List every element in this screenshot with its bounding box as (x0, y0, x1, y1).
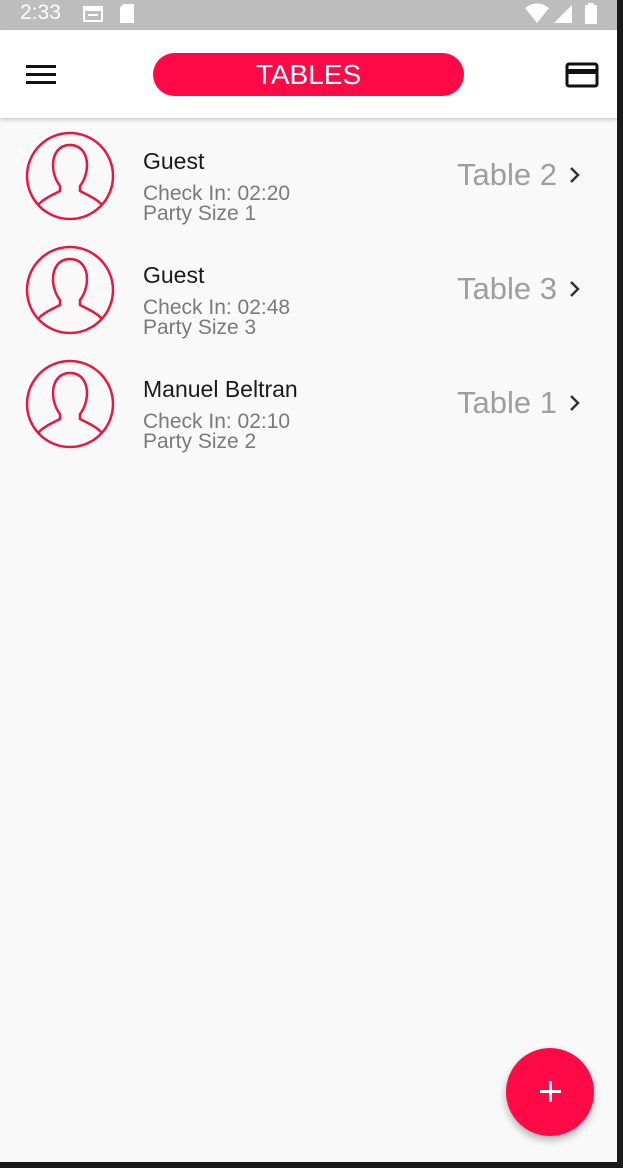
chevron-right-icon (570, 281, 580, 297)
party-size: Party Size 2 (143, 430, 257, 453)
menu-button[interactable] (24, 62, 58, 88)
chevron-right-icon (570, 167, 580, 183)
sd-card-icon (120, 4, 134, 23)
table-number: Table 2 (457, 157, 557, 192)
table-list-item[interactable]: Manuel Beltran Check In: 02:10 Party Siz… (0, 347, 617, 461)
guest-name: Manuel Beltran (143, 376, 298, 402)
hamburger-line (26, 73, 56, 76)
guest-avatar-icon (25, 359, 115, 449)
guest-name: Guest (143, 262, 205, 288)
add-table-button[interactable] (506, 1048, 594, 1136)
table-number: Table 1 (457, 385, 557, 420)
battery-icon (585, 3, 597, 24)
table-number: Table 3 (457, 271, 557, 306)
status-time: 2:33 (20, 1, 61, 24)
party-size: Party Size 1 (143, 202, 257, 225)
guest-avatar-icon (25, 131, 115, 221)
calendar-icon (83, 6, 103, 22)
status-bar: 2:33 (0, 0, 617, 30)
guest-avatar-icon (25, 245, 115, 335)
credit-card-icon[interactable] (564, 60, 600, 90)
table-list-item[interactable]: Guest Check In: 02:20 Party Size 1 Table… (0, 119, 617, 233)
app-screen: 2:33 TABLES Guest Check In: 02:20 Party … (0, 0, 617, 1162)
app-bar: TABLES (0, 30, 617, 118)
wifi-icon (525, 3, 549, 23)
hamburger-menu-icon (26, 65, 56, 68)
table-list-item[interactable]: Guest Check In: 02:48 Party Size 3 Table… (0, 233, 617, 347)
hamburger-line (26, 81, 56, 84)
guest-name: Guest (143, 148, 205, 174)
page-title: TABLES (153, 53, 464, 96)
party-size: Party Size 3 (143, 316, 257, 339)
chevron-right-icon (570, 395, 580, 411)
signal-icon (554, 5, 572, 23)
